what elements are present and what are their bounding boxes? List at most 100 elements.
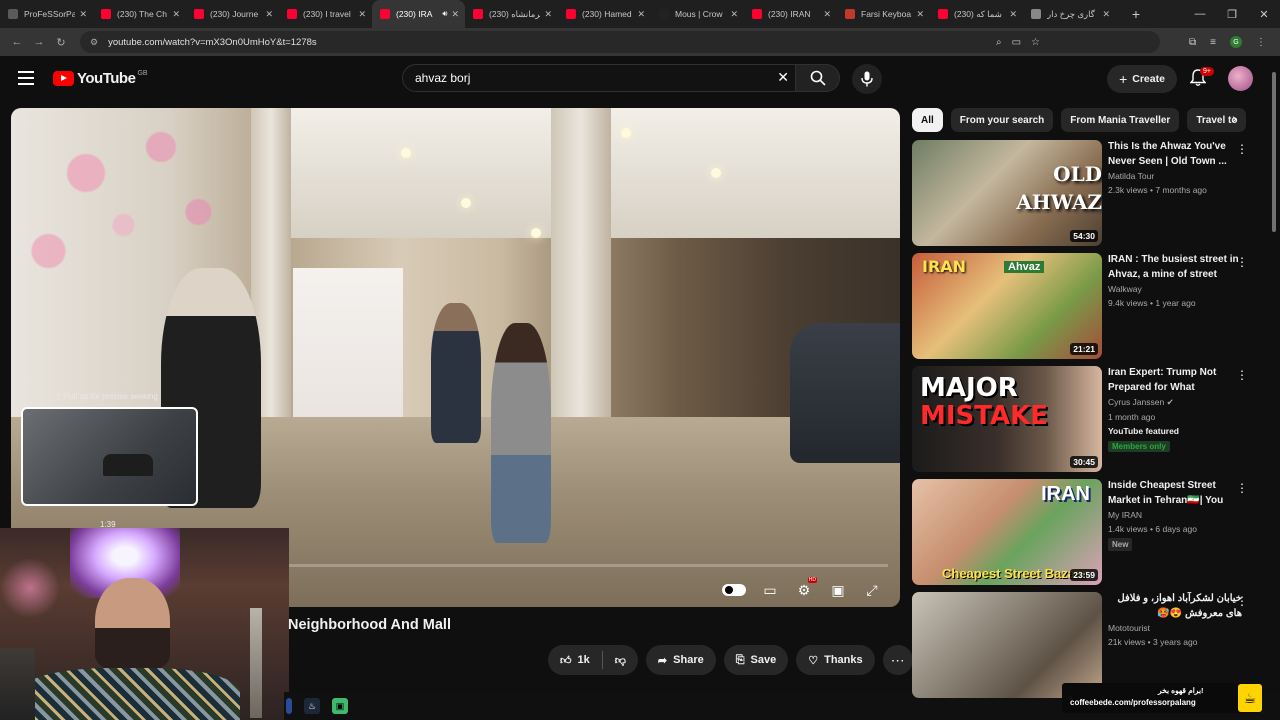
rec-channel[interactable]: Matilda Tour	[1108, 171, 1242, 181]
menu-icon[interactable]: ⋮	[1256, 37, 1266, 48]
browser-tab[interactable]: (230) Journe ✕	[186, 0, 279, 28]
rec-channel[interactable]: Walkway	[1108, 284, 1242, 294]
search-input[interactable]: ahvaz borj ✕	[402, 64, 796, 92]
browser-tab[interactable]: (230) شما که ✕	[930, 0, 1023, 28]
close-tab-icon[interactable]: ✕	[79, 9, 87, 20]
rec-title[interactable]: Iran Expert: Trump Not Prepared for What…	[1108, 366, 1242, 395]
site-info-icon[interactable]: ⚙	[90, 37, 98, 48]
kebab-menu-icon[interactable]: ⋮	[1236, 142, 1248, 156]
autoplay-toggle[interactable]	[722, 584, 746, 596]
close-tab-icon[interactable]: ✕	[172, 9, 180, 20]
list-item[interactable]: IRAN Cheapest Street Bazaar 23:59 Inside…	[912, 479, 1260, 592]
profile-icon[interactable]: G	[1230, 36, 1242, 48]
close-tab-icon[interactable]: ✕	[916, 9, 924, 20]
clear-search-icon[interactable]: ✕	[777, 69, 789, 86]
country-code: GB	[137, 70, 148, 77]
rec-title[interactable]: Inside Cheapest Street Market in Tehran🇮…	[1108, 479, 1242, 508]
address-bar[interactable]: ⚙ youtube.com/watch?v=mX3On0UmHoY&t=1278…	[80, 31, 1160, 53]
tab-audio-icon[interactable]: 🔊︎	[442, 9, 447, 19]
filter-chip[interactable]: Travel to	[1187, 108, 1247, 132]
rec-title[interactable]: This Is the Ahwaz You've Never Seen | Ol…	[1108, 140, 1242, 169]
browser-tab[interactable]: گاری چرخ دار ✕	[1023, 0, 1116, 28]
seek-preview-thumbnail	[21, 407, 198, 506]
kebab-menu-icon[interactable]: ⋮	[1236, 255, 1248, 269]
browser-tab[interactable]: (230) IRAN ✕	[744, 0, 837, 28]
chevron-right-icon[interactable]: ›	[1232, 110, 1237, 126]
close-tab-icon[interactable]: ✕	[730, 9, 738, 20]
save-button[interactable]: ⎘ Save	[723, 645, 789, 675]
video-thumbnail[interactable]: IRAN Ahvaz 21:21	[912, 253, 1102, 359]
zoom-icon[interactable]: ⌕	[996, 37, 1002, 48]
extensions-icon[interactable]: ⧉	[1189, 37, 1196, 48]
create-button[interactable]: + Create	[1107, 65, 1177, 93]
app-icon[interactable]: ▣	[332, 698, 348, 714]
close-tab-icon[interactable]: ✕	[637, 9, 645, 20]
reload-icon[interactable]: ↻	[50, 36, 72, 49]
subtitles-icon[interactable]: ▭	[760, 581, 780, 599]
close-tab-icon[interactable]: ✕	[1009, 9, 1017, 20]
rec-channel[interactable]: Mototourist	[1108, 623, 1242, 633]
coffee-cup-icon[interactable]: ☕︎	[1238, 684, 1262, 712]
browser-tab[interactable]: (230) The Ch ✕	[93, 0, 186, 28]
scrollbar[interactable]	[1270, 60, 1278, 680]
settings-gear-icon[interactable]: ⚙ HD	[794, 577, 817, 599]
browser-tab[interactable]: (230) کرمانشاه✕	[465, 0, 558, 28]
browser-tab[interactable]: ProFeSSorPa ✕	[0, 0, 93, 28]
forward-icon[interactable]: →	[28, 36, 50, 48]
list-item[interactable]: MAJOR MISTAKE 30:45 Iran Expert: Trump No…	[912, 366, 1260, 479]
close-tab-icon[interactable]: ✕	[451, 9, 459, 20]
rec-channel[interactable]: Cyrus Janssen ✔	[1108, 397, 1242, 408]
close-tab-icon[interactable]: ✕	[358, 9, 366, 20]
browser-tab[interactable]: (230) I travel ✕	[279, 0, 372, 28]
fullscreen-icon[interactable]: ⤢	[862, 581, 882, 599]
close-window-icon[interactable]: ✕	[1248, 0, 1280, 28]
back-icon[interactable]: ←	[6, 36, 28, 48]
video-thumbnail[interactable]: MAJOR MISTAKE 30:45	[912, 366, 1102, 472]
kebab-menu-icon[interactable]: ⋮	[1236, 594, 1248, 608]
media-controls-icon[interactable]: ≡	[1210, 37, 1216, 48]
close-tab-icon[interactable]: ✕	[1102, 9, 1110, 20]
new-tab-button[interactable]: +	[1126, 6, 1146, 22]
browser-tab[interactable]: (230) IRA 🔊︎ ✕	[372, 0, 465, 28]
browser-tab-strip: ProFeSSorPa ✕ (230) The Ch ✕ (230) Journe ✕ (2…	[0, 0, 1280, 28]
bookmark-star-icon[interactable]: ☆	[1031, 37, 1040, 48]
cast-icon[interactable]: ▭	[1012, 37, 1021, 48]
rec-title[interactable]: خیابان لشکرآباد اهواز، و فلافل های معروف…	[1108, 592, 1242, 621]
rec-channel[interactable]: My IRAN	[1108, 510, 1242, 520]
restore-icon[interactable]: ❐	[1216, 0, 1248, 28]
kebab-menu-icon[interactable]: ⋮	[1236, 481, 1248, 495]
theater-mode-icon[interactable]: ▣	[828, 581, 848, 599]
kebab-menu-icon[interactable]: ⋮	[1236, 368, 1248, 382]
coffee-promo-banner[interactable]: برام قهوه بخر! coffeebede.com/professorp…	[1062, 683, 1260, 713]
rec-title[interactable]: IRAN : The busiest street in Ahvaz, a mi…	[1108, 253, 1242, 282]
minimize-icon[interactable]: —	[1184, 0, 1216, 28]
dislike-button[interactable]: 👎︎	[603, 645, 638, 675]
classic-car	[790, 323, 900, 463]
browser-tab[interactable]: Mous | Crow ✕	[651, 0, 744, 28]
steam-icon[interactable]: ♨	[304, 698, 320, 714]
video-thumbnail[interactable]: OLD AHWAZ 54:30	[912, 140, 1102, 246]
scrollbar-thumb[interactable]	[1272, 72, 1276, 232]
filter-chip[interactable]: From Mania Traveller	[1061, 108, 1180, 132]
browser-tab[interactable]: (230) Hamed ✕	[558, 0, 651, 28]
list-item[interactable]: IRAN Ahvaz 21:21 IRAN : The busiest stre…	[912, 253, 1260, 366]
video-thumbnail[interactable]: IRAN Cheapest Street Bazaar 23:59	[912, 479, 1102, 585]
search-button[interactable]	[796, 64, 840, 92]
filter-chip[interactable]: From your search	[950, 108, 1054, 132]
youtube-logo[interactable]: YouTube GB	[53, 70, 148, 87]
close-tab-icon[interactable]: ✕	[544, 9, 552, 20]
close-tab-icon[interactable]: ✕	[823, 9, 831, 20]
tab-title: Mous | Crow	[675, 9, 723, 19]
hamburger-menu-icon[interactable]	[18, 71, 34, 85]
close-tab-icon[interactable]: ✕	[265, 9, 273, 20]
thanks-button[interactable]: ♡ Thanks	[796, 645, 875, 675]
like-button[interactable]: 👍︎ 1k	[548, 645, 602, 675]
list-item[interactable]: OLD AHWAZ 54:30 This Is the Ahwaz You've…	[912, 140, 1260, 253]
taskbar-app-icon[interactable]	[286, 698, 292, 714]
voice-search-button[interactable]	[852, 64, 882, 94]
share-button[interactable]: ➦ Share	[645, 645, 716, 675]
filter-chip[interactable]: All	[912, 108, 943, 132]
account-avatar[interactable]	[1228, 66, 1253, 91]
browser-tab[interactable]: Farsi Keyboa ✕	[837, 0, 930, 28]
more-actions-button[interactable]: ⋯	[882, 645, 913, 675]
